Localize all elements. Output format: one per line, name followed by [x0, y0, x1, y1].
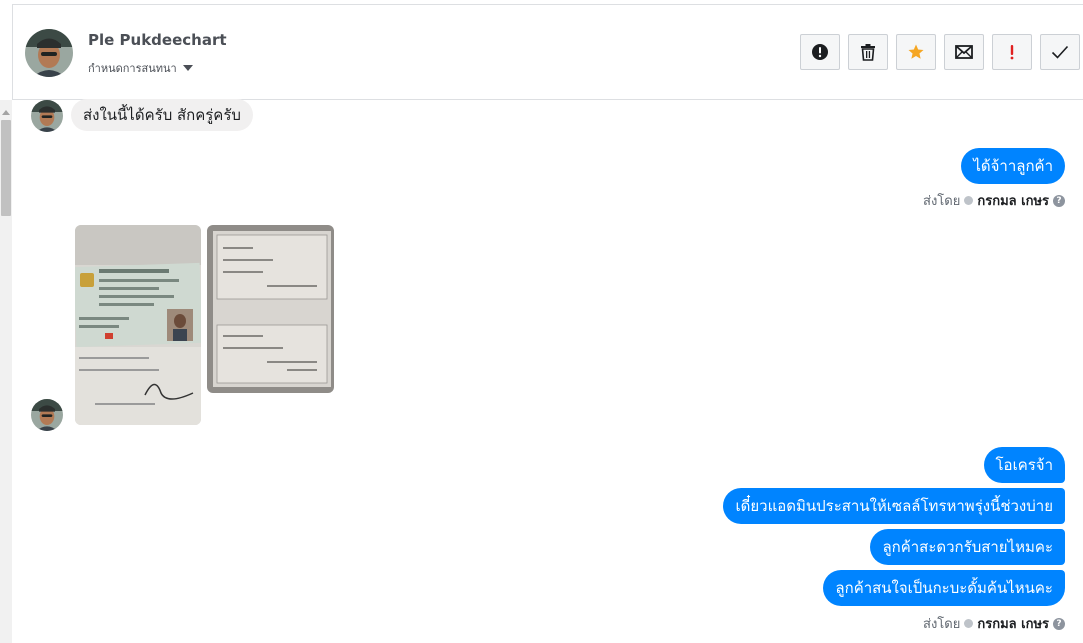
sent-by-agent: กรกมล เกษร — [977, 617, 1049, 632]
exclamation-icon — [1010, 45, 1014, 60]
scrollbar-thumb[interactable] — [1, 120, 11, 216]
help-icon[interactable]: ? — [1053, 617, 1065, 630]
conversation-header: Ple Pukdeechart กำหนดการสนทนา — [12, 4, 1083, 100]
delete-button[interactable] — [848, 34, 888, 70]
mark-done-button[interactable] — [1040, 34, 1080, 70]
photo-attachment-id-card[interactable] — [75, 225, 201, 425]
scrollbar[interactable] — [0, 100, 12, 643]
help-icon[interactable]: ? — [1053, 194, 1065, 207]
mark-spam-button[interactable] — [800, 34, 840, 70]
conversation-view: Ple Pukdeechart กำหนดการสนทนา ส่งในนี้ได… — [0, 0, 1083, 643]
star-icon — [908, 44, 924, 59]
conversation-label-dropdown[interactable]: กำหนดการสนทนา — [88, 59, 193, 77]
mark-important-button[interactable] — [992, 34, 1032, 70]
contact-avatar[interactable] — [25, 29, 73, 77]
outgoing-message: ลูกค้าสะดวกรับสายไหมคะ — [870, 529, 1065, 565]
exclamation-circle-icon — [812, 44, 828, 60]
contact-name[interactable]: Ple Pukdeechart — [88, 31, 227, 49]
sent-by-prefix: ส่งโดย — [923, 194, 961, 209]
sender-avatar[interactable] — [31, 100, 63, 132]
sent-by-prefix: ส่งโดย — [923, 617, 961, 632]
check-icon — [1051, 45, 1069, 59]
sent-by-info: ส่งโดย กรกมล เกษร ? — [923, 613, 1065, 634]
caret-down-icon — [182, 65, 193, 71]
outgoing-message: ได้จ้าาลูกค้า — [961, 148, 1065, 184]
conversation-toolbar — [800, 34, 1080, 70]
incoming-message: ส่งในนี้ได้ครับ สักครู่ครับ — [71, 99, 253, 131]
scroll-up-arrow-icon[interactable] — [2, 110, 10, 115]
trash-icon — [861, 44, 875, 61]
photo-attachment-document[interactable] — [207, 225, 334, 393]
envelope-icon — [955, 45, 973, 59]
sent-by-agent: กรกมล เกษร — [977, 194, 1049, 209]
outgoing-message: เดี๋ยวแอดมินประสานให้เซลล์โทรหาพรุ่งนี้ช… — [723, 488, 1065, 524]
agent-badge-icon — [964, 196, 974, 205]
sent-by-info: ส่งโดย กรกมล เกษร ? — [923, 190, 1065, 211]
agent-badge-icon — [964, 619, 974, 628]
mark-unread-button[interactable] — [944, 34, 984, 70]
sender-avatar[interactable] — [31, 399, 63, 431]
outgoing-message: ลูกค้าสนใจเป็นกะบะดั้มค้นไหนคะ — [823, 570, 1065, 606]
star-button[interactable] — [896, 34, 936, 70]
outgoing-message: โอเครจ้า — [983, 447, 1065, 483]
conversation-label-text: กำหนดการสนทนา — [88, 62, 177, 75]
